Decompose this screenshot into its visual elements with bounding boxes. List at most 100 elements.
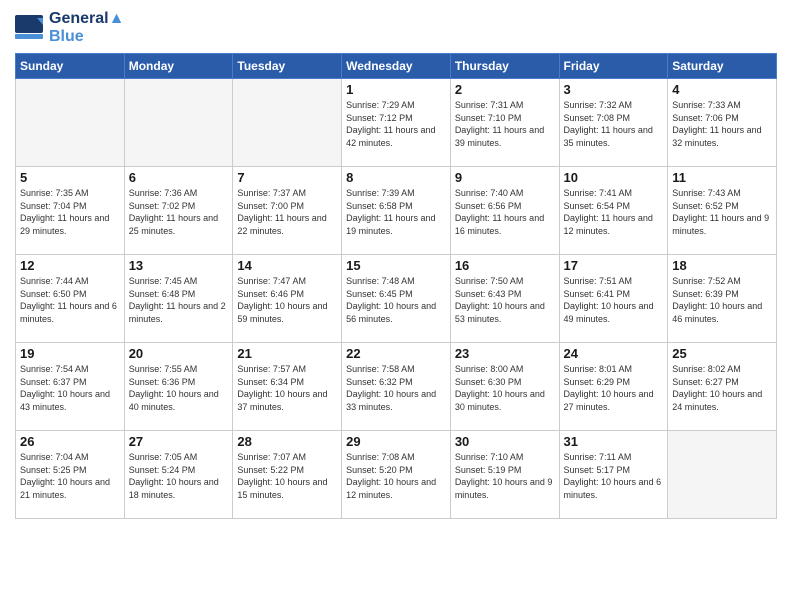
calendar-cell: 27Sunrise: 7:05 AM Sunset: 5:24 PM Dayli… xyxy=(124,431,233,519)
day-info: Sunrise: 7:35 AM Sunset: 7:04 PM Dayligh… xyxy=(20,187,120,237)
calendar-cell: 8 Sunrise: 7:39 AM Sunset: 6:58 PM Daylig… xyxy=(342,167,451,255)
calendar-cell: 20 Sunrise: 7:55 AM Sunset: 6:36 PM Dayli… xyxy=(124,343,233,431)
calendar-cell: 30 Sunrise: 7:10 AM Sunset: 5:19 PM Dayli… xyxy=(450,431,559,519)
day-info: Sunrise: 7:45 AM Sunset: 6:48 PM Dayligh… xyxy=(129,275,229,325)
day-number: 4 xyxy=(672,82,772,97)
calendar-cell: 10Sunrise: 7:41 AM Sunset: 6:54 PM Dayli… xyxy=(559,167,668,255)
day-info: Sunrise: 7:43 AM Sunset: 6:52 PM Dayligh… xyxy=(672,187,772,237)
day-info: Sunrise: 7:11 AM Sunset: 5:17 PM Dayligh… xyxy=(564,451,664,501)
day-number: 30 xyxy=(455,434,555,449)
calendar-cell: 25 Sunrise: 8:02 AM Sunset: 6:27 PM Dayli… xyxy=(668,343,777,431)
calendar-cell: 1 Sunrise: 7:29 AM Sunset: 7:12 PM Daylig… xyxy=(342,79,451,167)
calendar-cell: 15 Sunrise: 7:48 AM Sunset: 6:45 PM Dayli… xyxy=(342,255,451,343)
day-number: 3 xyxy=(564,82,664,97)
day-number: 21 xyxy=(237,346,337,361)
day-number: 12 xyxy=(20,258,120,273)
page-container: General▲ Blue SundayMondayTuesdayWednesd… xyxy=(0,0,792,529)
day-number: 20 xyxy=(129,346,229,361)
calendar-header-row: SundayMondayTuesdayWednesdayThursdayFrid… xyxy=(16,54,777,79)
day-number: 7 xyxy=(237,170,337,185)
day-info: Sunrise: 7:36 AM Sunset: 7:02 PM Dayligh… xyxy=(129,187,229,237)
calendar-cell: 4 Sunrise: 7:33 AM Sunset: 7:06 PM Daylig… xyxy=(668,79,777,167)
calendar-cell: 18Sunrise: 7:52 AM Sunset: 6:39 PM Dayli… xyxy=(668,255,777,343)
day-info: Sunrise: 7:33 AM Sunset: 7:06 PM Dayligh… xyxy=(672,99,772,149)
day-info: Sunrise: 7:10 AM Sunset: 5:19 PM Dayligh… xyxy=(455,451,555,501)
day-info: Sunrise: 8:02 AM Sunset: 6:27 PM Dayligh… xyxy=(672,363,772,413)
header-cell-sunday: Sunday xyxy=(16,54,125,79)
day-info: Sunrise: 7:29 AM Sunset: 7:12 PM Dayligh… xyxy=(346,99,446,149)
calendar-week-4: 19 Sunrise: 7:54 AM Sunset: 6:37 PM Dayli… xyxy=(16,343,777,431)
calendar-cell: 14 Sunrise: 7:47 AM Sunset: 6:46 PM Dayli… xyxy=(233,255,342,343)
day-number: 6 xyxy=(129,170,229,185)
logo-icon xyxy=(15,15,45,40)
day-info: Sunrise: 7:32 AM Sunset: 7:08 PM Dayligh… xyxy=(564,99,664,149)
calendar-week-1: 1 Sunrise: 7:29 AM Sunset: 7:12 PM Daylig… xyxy=(16,79,777,167)
day-info: Sunrise: 7:31 AM Sunset: 7:10 PM Dayligh… xyxy=(455,99,555,149)
day-number: 14 xyxy=(237,258,337,273)
day-number: 5 xyxy=(20,170,120,185)
day-info: Sunrise: 8:01 AM Sunset: 6:29 PM Dayligh… xyxy=(564,363,664,413)
calendar-table: SundayMondayTuesdayWednesdayThursdayFrid… xyxy=(15,53,777,519)
day-number: 28 xyxy=(237,434,337,449)
header-cell-tuesday: Tuesday xyxy=(233,54,342,79)
day-number: 23 xyxy=(455,346,555,361)
day-number: 19 xyxy=(20,346,120,361)
calendar-cell: 16 Sunrise: 7:50 AM Sunset: 6:43 PM Dayli… xyxy=(450,255,559,343)
day-number: 31 xyxy=(564,434,664,449)
calendar-cell: 12 Sunrise: 7:44 AM Sunset: 6:50 PM Dayli… xyxy=(16,255,125,343)
day-info: Sunrise: 7:50 AM Sunset: 6:43 PM Dayligh… xyxy=(455,275,555,325)
calendar-cell: 13 Sunrise: 7:45 AM Sunset: 6:48 PM Dayli… xyxy=(124,255,233,343)
day-info: Sunrise: 7:47 AM Sunset: 6:46 PM Dayligh… xyxy=(237,275,337,325)
logo: General▲ Blue xyxy=(15,10,124,45)
day-number: 15 xyxy=(346,258,446,273)
calendar-cell: 22Sunrise: 7:58 AM Sunset: 6:32 PM Dayli… xyxy=(342,343,451,431)
day-info: Sunrise: 7:40 AM Sunset: 6:56 PM Dayligh… xyxy=(455,187,555,237)
day-info: Sunrise: 7:54 AM Sunset: 6:37 PM Dayligh… xyxy=(20,363,120,413)
logo-line2: Blue xyxy=(49,28,124,46)
day-info: Sunrise: 7:48 AM Sunset: 6:45 PM Dayligh… xyxy=(346,275,446,325)
day-number: 13 xyxy=(129,258,229,273)
day-info: Sunrise: 7:44 AM Sunset: 6:50 PM Dayligh… xyxy=(20,275,120,325)
header-cell-wednesday: Wednesday xyxy=(342,54,451,79)
calendar-cell: 28 Sunrise: 7:07 AM Sunset: 5:22 PM Dayli… xyxy=(233,431,342,519)
calendar-cell: 5 Sunrise: 7:35 AM Sunset: 7:04 PM Daylig… xyxy=(16,167,125,255)
day-number: 1 xyxy=(346,82,446,97)
day-info: Sunrise: 7:08 AM Sunset: 5:20 PM Dayligh… xyxy=(346,451,446,501)
day-number: 10 xyxy=(564,170,664,185)
day-number: 29 xyxy=(346,434,446,449)
day-info: Sunrise: 7:07 AM Sunset: 5:22 PM Dayligh… xyxy=(237,451,337,501)
day-number: 9 xyxy=(455,170,555,185)
day-number: 2 xyxy=(455,82,555,97)
calendar-week-2: 5 Sunrise: 7:35 AM Sunset: 7:04 PM Daylig… xyxy=(16,167,777,255)
header-cell-saturday: Saturday xyxy=(668,54,777,79)
calendar-cell xyxy=(16,79,125,167)
day-number: 8 xyxy=(346,170,446,185)
calendar-cell: 29 Sunrise: 7:08 AM Sunset: 5:20 PM Dayli… xyxy=(342,431,451,519)
calendar-cell xyxy=(668,431,777,519)
calendar-cell: 24Sunrise: 8:01 AM Sunset: 6:29 PM Dayli… xyxy=(559,343,668,431)
day-number: 25 xyxy=(672,346,772,361)
calendar-cell: 6 Sunrise: 7:36 AM Sunset: 7:02 PM Daylig… xyxy=(124,167,233,255)
calendar-week-5: 26Sunrise: 7:04 AM Sunset: 5:25 PM Dayli… xyxy=(16,431,777,519)
calendar-cell: 31 Sunrise: 7:11 AM Sunset: 5:17 PM Dayli… xyxy=(559,431,668,519)
calendar-cell: 17Sunrise: 7:51 AM Sunset: 6:41 PM Dayli… xyxy=(559,255,668,343)
day-info: Sunrise: 7:58 AM Sunset: 6:32 PM Dayligh… xyxy=(346,363,446,413)
day-number: 11 xyxy=(672,170,772,185)
day-info: Sunrise: 7:04 AM Sunset: 5:25 PM Dayligh… xyxy=(20,451,120,501)
calendar-cell: 21 Sunrise: 7:57 AM Sunset: 6:34 PM Dayli… xyxy=(233,343,342,431)
calendar-cell: 23 Sunrise: 8:00 AM Sunset: 6:30 PM Dayli… xyxy=(450,343,559,431)
calendar-cell: 26Sunrise: 7:04 AM Sunset: 5:25 PM Dayli… xyxy=(16,431,125,519)
day-number: 17 xyxy=(564,258,664,273)
calendar-cell: 9 Sunrise: 7:40 AM Sunset: 6:56 PM Daylig… xyxy=(450,167,559,255)
day-info: Sunrise: 7:05 AM Sunset: 5:24 PM Dayligh… xyxy=(129,451,229,501)
calendar-cell: 7Sunrise: 7:37 AM Sunset: 7:00 PM Daylig… xyxy=(233,167,342,255)
header: General▲ Blue xyxy=(15,10,777,45)
calendar-cell xyxy=(124,79,233,167)
day-number: 18 xyxy=(672,258,772,273)
day-info: Sunrise: 7:55 AM Sunset: 6:36 PM Dayligh… xyxy=(129,363,229,413)
day-info: Sunrise: 8:00 AM Sunset: 6:30 PM Dayligh… xyxy=(455,363,555,413)
day-info: Sunrise: 7:39 AM Sunset: 6:58 PM Dayligh… xyxy=(346,187,446,237)
calendar-cell xyxy=(233,79,342,167)
day-info: Sunrise: 7:57 AM Sunset: 6:34 PM Dayligh… xyxy=(237,363,337,413)
day-number: 16 xyxy=(455,258,555,273)
